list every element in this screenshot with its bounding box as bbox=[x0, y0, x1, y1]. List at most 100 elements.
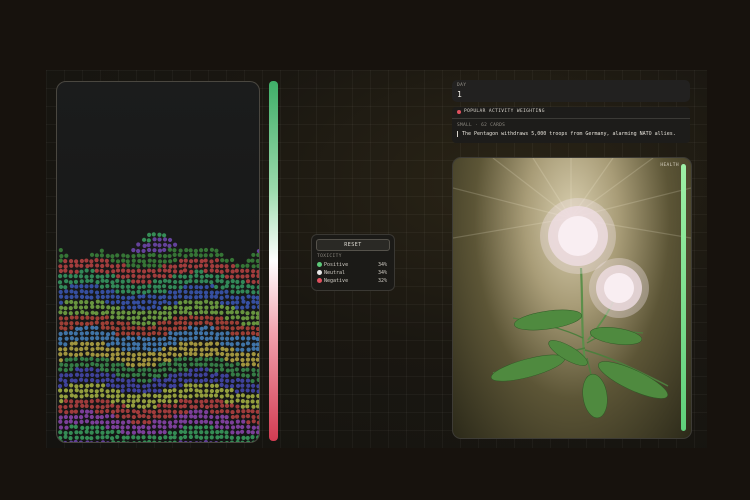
particle bbox=[255, 435, 259, 440]
particle bbox=[188, 264, 193, 269]
particle bbox=[250, 258, 255, 263]
particle bbox=[173, 403, 178, 409]
particle bbox=[215, 264, 220, 269]
particle bbox=[256, 368, 259, 373]
particle bbox=[84, 413, 89, 419]
particle bbox=[193, 404, 198, 410]
particle bbox=[204, 346, 209, 352]
particle bbox=[147, 420, 152, 425]
particle bbox=[219, 399, 224, 404]
particle bbox=[172, 336, 177, 342]
particle bbox=[131, 290, 136, 295]
particle bbox=[79, 394, 84, 399]
reset-button[interactable]: RESET bbox=[316, 239, 390, 251]
particle bbox=[199, 399, 204, 404]
particle bbox=[157, 263, 162, 269]
particle bbox=[152, 393, 158, 399]
particle bbox=[163, 357, 168, 362]
particle bbox=[121, 440, 126, 442]
particle bbox=[214, 347, 219, 352]
particle bbox=[256, 377, 259, 383]
particle bbox=[210, 305, 215, 310]
particle bbox=[95, 441, 99, 442]
particle bbox=[151, 325, 157, 330]
particle bbox=[251, 419, 256, 424]
particle bbox=[183, 289, 188, 294]
particle bbox=[162, 383, 167, 388]
particle bbox=[141, 248, 146, 254]
particle bbox=[57, 280, 63, 285]
particle bbox=[193, 414, 198, 419]
particle bbox=[178, 419, 183, 424]
particle bbox=[110, 258, 115, 263]
particle bbox=[69, 299, 74, 305]
particle bbox=[94, 258, 99, 263]
particle bbox=[89, 295, 94, 300]
particle bbox=[188, 336, 193, 341]
particle bbox=[89, 300, 95, 306]
particle bbox=[255, 315, 259, 320]
particle bbox=[115, 408, 120, 413]
particle bbox=[89, 274, 94, 279]
particle bbox=[245, 352, 251, 357]
particle bbox=[184, 306, 189, 311]
particle bbox=[245, 279, 251, 284]
particle bbox=[230, 409, 235, 415]
particle bbox=[224, 430, 229, 435]
particle bbox=[126, 383, 131, 388]
particle bbox=[63, 306, 68, 311]
particle bbox=[163, 414, 168, 419]
particle bbox=[100, 331, 105, 336]
particle bbox=[146, 289, 151, 294]
control-panel: RESET TOXICITY Positive 34% Neutral 34% … bbox=[311, 234, 395, 291]
particle bbox=[141, 413, 146, 419]
particle bbox=[172, 378, 177, 383]
particle bbox=[126, 342, 131, 347]
particle bbox=[69, 409, 74, 414]
particle bbox=[188, 311, 193, 316]
particle bbox=[152, 440, 157, 442]
particle bbox=[183, 383, 188, 388]
particle bbox=[240, 289, 245, 294]
particle bbox=[64, 425, 69, 430]
particle bbox=[220, 414, 225, 419]
particle bbox=[79, 383, 84, 389]
particle bbox=[198, 373, 203, 378]
particle bbox=[84, 336, 89, 341]
particle bbox=[157, 273, 162, 279]
particle bbox=[73, 394, 78, 399]
particle bbox=[74, 315, 79, 320]
particle bbox=[199, 279, 204, 284]
particle bbox=[162, 242, 168, 247]
news-meta: SMALL · 62 CARDS bbox=[457, 123, 506, 128]
particle bbox=[172, 269, 178, 274]
particle bbox=[230, 295, 235, 300]
particle bbox=[183, 316, 188, 321]
particle bbox=[84, 258, 89, 263]
particle bbox=[89, 441, 94, 442]
particle bbox=[178, 310, 184, 315]
particle bbox=[64, 300, 69, 305]
particle bbox=[235, 274, 240, 279]
particle bbox=[251, 342, 256, 347]
particle bbox=[245, 373, 250, 378]
particle bbox=[152, 294, 157, 299]
particle bbox=[136, 315, 141, 320]
particle bbox=[115, 332, 120, 337]
particle bbox=[251, 269, 256, 274]
particle bbox=[137, 304, 142, 309]
particle bbox=[194, 399, 199, 404]
particle bbox=[146, 425, 151, 430]
particle bbox=[157, 409, 162, 414]
particle bbox=[172, 383, 177, 388]
particle bbox=[189, 362, 194, 367]
particle bbox=[163, 305, 168, 310]
particle bbox=[241, 342, 246, 347]
particle bbox=[63, 310, 68, 316]
particle bbox=[167, 404, 172, 409]
particle bbox=[178, 326, 183, 331]
particle bbox=[151, 336, 156, 342]
particle bbox=[146, 357, 151, 362]
particle bbox=[172, 341, 177, 346]
particle bbox=[137, 362, 142, 367]
